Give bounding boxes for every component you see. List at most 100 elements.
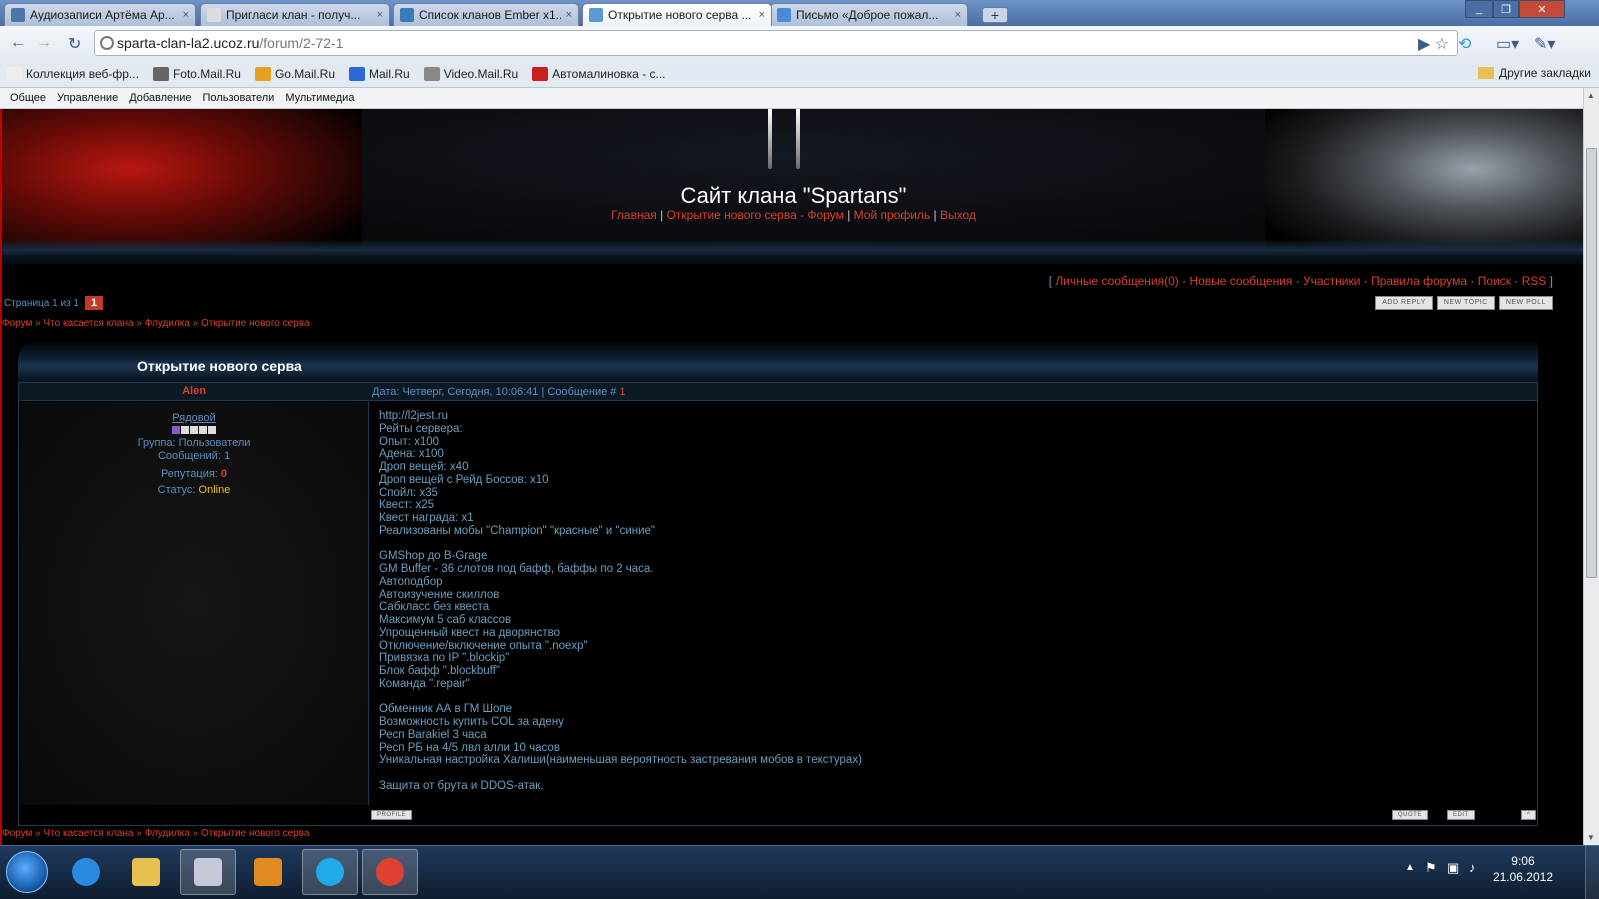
- quote-button[interactable]: QUOTE: [1392, 810, 1428, 820]
- private-messages-link[interactable]: Личные сообщения(0): [1055, 274, 1178, 288]
- rank-star-icon: [172, 426, 180, 434]
- tab-favicon-icon: [11, 8, 25, 22]
- new-tab-button[interactable]: +: [982, 7, 1008, 23]
- tray-expand-icon[interactable]: ▲: [1405, 862, 1415, 873]
- back-icon[interactable]: ←: [10, 34, 26, 52]
- network-icon[interactable]: ▣: [1447, 860, 1459, 876]
- post-author[interactable]: Alen: [19, 385, 369, 397]
- bookmark-star-icon[interactable]: ☆: [1435, 34, 1449, 54]
- bookmark-item[interactable]: Автомалиновка - с...: [532, 66, 665, 81]
- forum-links: [ Личные сообщения(0) · Новые сообщения …: [1048, 274, 1553, 288]
- members-link[interactable]: Участники: [1303, 274, 1360, 288]
- rss-link[interactable]: RSS: [1522, 274, 1547, 288]
- tab-close-icon[interactable]: ×: [377, 9, 383, 21]
- scroll-up-button[interactable]: ^: [1521, 810, 1537, 820]
- forum-post: Alen Дата: Четверг, Сегодня, 10:06:41 | …: [18, 382, 1538, 826]
- show-desktop-button[interactable]: [1585, 846, 1599, 899]
- play-icon[interactable]: ▶: [1418, 34, 1430, 54]
- tab-close-icon[interactable]: ×: [183, 9, 189, 21]
- ucoz-menu-manage[interactable]: Управление: [57, 92, 118, 104]
- page-current[interactable]: 1: [84, 296, 104, 310]
- clock-time: 9:06: [1511, 854, 1535, 868]
- profile-button[interactable]: PROFILE: [371, 810, 413, 820]
- maximize-button[interactable]: ❐: [1493, 0, 1519, 18]
- edit-button[interactable]: EDIT: [1447, 810, 1475, 820]
- new-messages-link[interactable]: Новые сообщения: [1189, 274, 1292, 288]
- scrollbar-thumb[interactable]: [1586, 148, 1597, 578]
- ucoz-menu-add[interactable]: Добавление: [129, 92, 191, 104]
- ucoz-admin-bar: Общее Управление Добавление Пользователи…: [0, 88, 1583, 109]
- crumb-topic[interactable]: Открытие нового серва: [201, 828, 310, 839]
- skype-icon: [316, 858, 344, 886]
- ucoz-menu-general[interactable]: Общее: [10, 92, 46, 104]
- new-poll-button[interactable]: NEW POLL: [1498, 296, 1553, 310]
- bookmarks-bar: Коллекция веб-фр... Foto.Mail.Ru Go.Mail.R…: [0, 60, 1599, 88]
- browser-tab[interactable]: Аудиозаписи Артёма Ар... ×: [4, 3, 196, 26]
- search-link[interactable]: Поиск: [1478, 274, 1511, 288]
- system-tray: ▲ ⚑ ▣ ♪ 9:06 21.06.2012: [1399, 846, 1599, 899]
- bookmark-item[interactable]: Mail.Ru: [349, 66, 410, 81]
- taskbar-app[interactable]: [240, 849, 296, 895]
- taskbar-app[interactable]: [58, 849, 114, 895]
- breadcrumb: Форум » Что касается клана » Флудилка » …: [2, 318, 310, 329]
- new-topic-button[interactable]: NEW TOPIC: [1436, 296, 1495, 310]
- ucoz-menu-media[interactable]: Мультимедиа: [285, 92, 354, 104]
- ucoz-menu-users[interactable]: Пользователи: [203, 92, 275, 104]
- nav-home[interactable]: Главная: [611, 208, 657, 222]
- bookmark-label: Коллекция веб-фр...: [26, 66, 139, 81]
- browser-tab[interactable]: Пригласи клан - получ... ×: [200, 3, 390, 26]
- page-scrollbar[interactable]: ▲ ▼: [1583, 88, 1599, 845]
- taskbar-app[interactable]: [180, 849, 236, 895]
- crumb-clan[interactable]: Что касается клана: [44, 828, 134, 839]
- bookmark-item[interactable]: Foto.Mail.Ru: [152, 66, 241, 81]
- site-header: Сайт клана "Spartans" Главная | Открытие…: [2, 109, 1583, 267]
- page-count: Страница 1 из 1: [4, 297, 79, 309]
- bookmark-item[interactable]: Коллекция веб-фр...: [6, 66, 139, 81]
- crumb-clan[interactable]: Что касается клана: [44, 318, 134, 329]
- user-rank[interactable]: Рядовой: [19, 412, 369, 425]
- bookmark-item[interactable]: Go.Mail.Ru: [254, 66, 335, 81]
- scroll-up-arrow-icon[interactable]: ▲: [1587, 91, 1595, 100]
- scroll-down-arrow-icon[interactable]: ▼: [1587, 833, 1595, 842]
- url-host: sparta-clan-la2.ucoz.ru: [117, 35, 260, 51]
- browser-tab[interactable]: Открытие нового серва ... ×: [582, 3, 772, 26]
- volume-icon[interactable]: ♪: [1469, 860, 1476, 875]
- forward-icon[interactable]: →: [36, 34, 52, 52]
- tab-favicon-icon: [400, 8, 414, 22]
- flag-icon[interactable]: ⚑: [1425, 860, 1437, 876]
- skype-extension-icon[interactable]: ⟲: [1458, 34, 1471, 54]
- add-reply-button[interactable]: ADD REPLY: [1375, 296, 1433, 310]
- browser-tab[interactable]: Список кланов Ember x1... ×: [393, 3, 579, 26]
- crumb-forum[interactable]: Форум: [2, 318, 32, 329]
- address-bar[interactable]: sparta-clan-la2.ucoz.ru/forum/2-72-1 ☆: [94, 30, 1458, 56]
- wrench-icon[interactable]: ✎▾: [1534, 34, 1555, 54]
- crumb-forum[interactable]: Форум: [2, 828, 32, 839]
- header-wave: [2, 239, 1583, 267]
- taskbar-app[interactable]: [118, 849, 174, 895]
- tab-close-icon[interactable]: ×: [955, 9, 961, 21]
- reload-icon[interactable]: ↻: [68, 34, 81, 54]
- taskbar-app[interactable]: [362, 849, 418, 895]
- nav-logout[interactable]: Выход: [940, 208, 976, 222]
- nav-topic[interactable]: Открытие нового серва - Форум: [667, 208, 844, 222]
- forum-rules-link[interactable]: Правила форума: [1371, 274, 1467, 288]
- page-menu-icon[interactable]: ▭▾: [1496, 34, 1519, 54]
- other-bookmarks[interactable]: Другие закладки: [1478, 66, 1591, 80]
- post-header: Alen Дата: Четверг, Сегодня, 10:06:41 | …: [19, 383, 1537, 401]
- start-button[interactable]: [6, 851, 48, 893]
- clock[interactable]: 9:06 21.06.2012: [1493, 853, 1553, 885]
- post-number[interactable]: 1: [619, 386, 625, 398]
- minimize-button[interactable]: _: [1465, 0, 1493, 18]
- taskbar-app[interactable]: [302, 849, 358, 895]
- crumb-flood[interactable]: Флудилка: [145, 828, 190, 839]
- nav-profile[interactable]: Мой профиль: [854, 208, 931, 222]
- tab-close-icon[interactable]: ×: [759, 9, 765, 21]
- crumb-topic[interactable]: Открытие нового серва: [201, 318, 310, 329]
- tab-close-icon[interactable]: ×: [566, 9, 572, 21]
- bookmark-item[interactable]: Video.Mail.Ru: [423, 66, 518, 81]
- close-window-button[interactable]: ✕: [1519, 0, 1565, 18]
- crumb-flood[interactable]: Флудилка: [145, 318, 190, 329]
- reputation-value[interactable]: 0: [221, 468, 227, 480]
- post-body: http://l2jest.ru Рейты сервера: Опыт: x1…: [379, 410, 862, 792]
- browser-tab[interactable]: Письмо «Доброе пожал... ×: [770, 3, 968, 26]
